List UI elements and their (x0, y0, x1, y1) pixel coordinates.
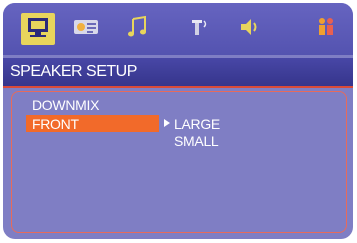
title-bar: SPEAKER SETUP (3, 58, 353, 88)
people-icon (314, 15, 338, 44)
option-large[interactable]: LARGE (174, 116, 220, 132)
tab-monitor[interactable] (21, 13, 55, 45)
tab-audio-settings[interactable] (69, 13, 103, 45)
option-small[interactable]: SMALL (174, 133, 219, 149)
speaker-icon (188, 16, 212, 43)
menu-item-downmix[interactable]: DOWNMIX (32, 97, 99, 113)
tab-people[interactable] (309, 13, 343, 45)
monitor-icon (26, 16, 50, 43)
submenu-arrow-icon (164, 119, 170, 127)
tab-music[interactable] (120, 13, 154, 45)
tab-speaker[interactable] (183, 13, 217, 45)
volume-icon (238, 16, 262, 43)
audio-settings-icon (72, 16, 100, 43)
settings-panel: DOWNMIX FRONT LARGE SMALL (11, 91, 347, 233)
osd-frame: SPEAKER SETUP DOWNMIX FRONT LARGE SMALL (3, 3, 353, 239)
page-title: SPEAKER SETUP (10, 63, 137, 80)
tab-volume[interactable] (233, 13, 267, 45)
music-note-icon (126, 15, 148, 44)
menu-item-front[interactable]: FRONT (32, 116, 79, 132)
tab-bar (3, 3, 353, 55)
